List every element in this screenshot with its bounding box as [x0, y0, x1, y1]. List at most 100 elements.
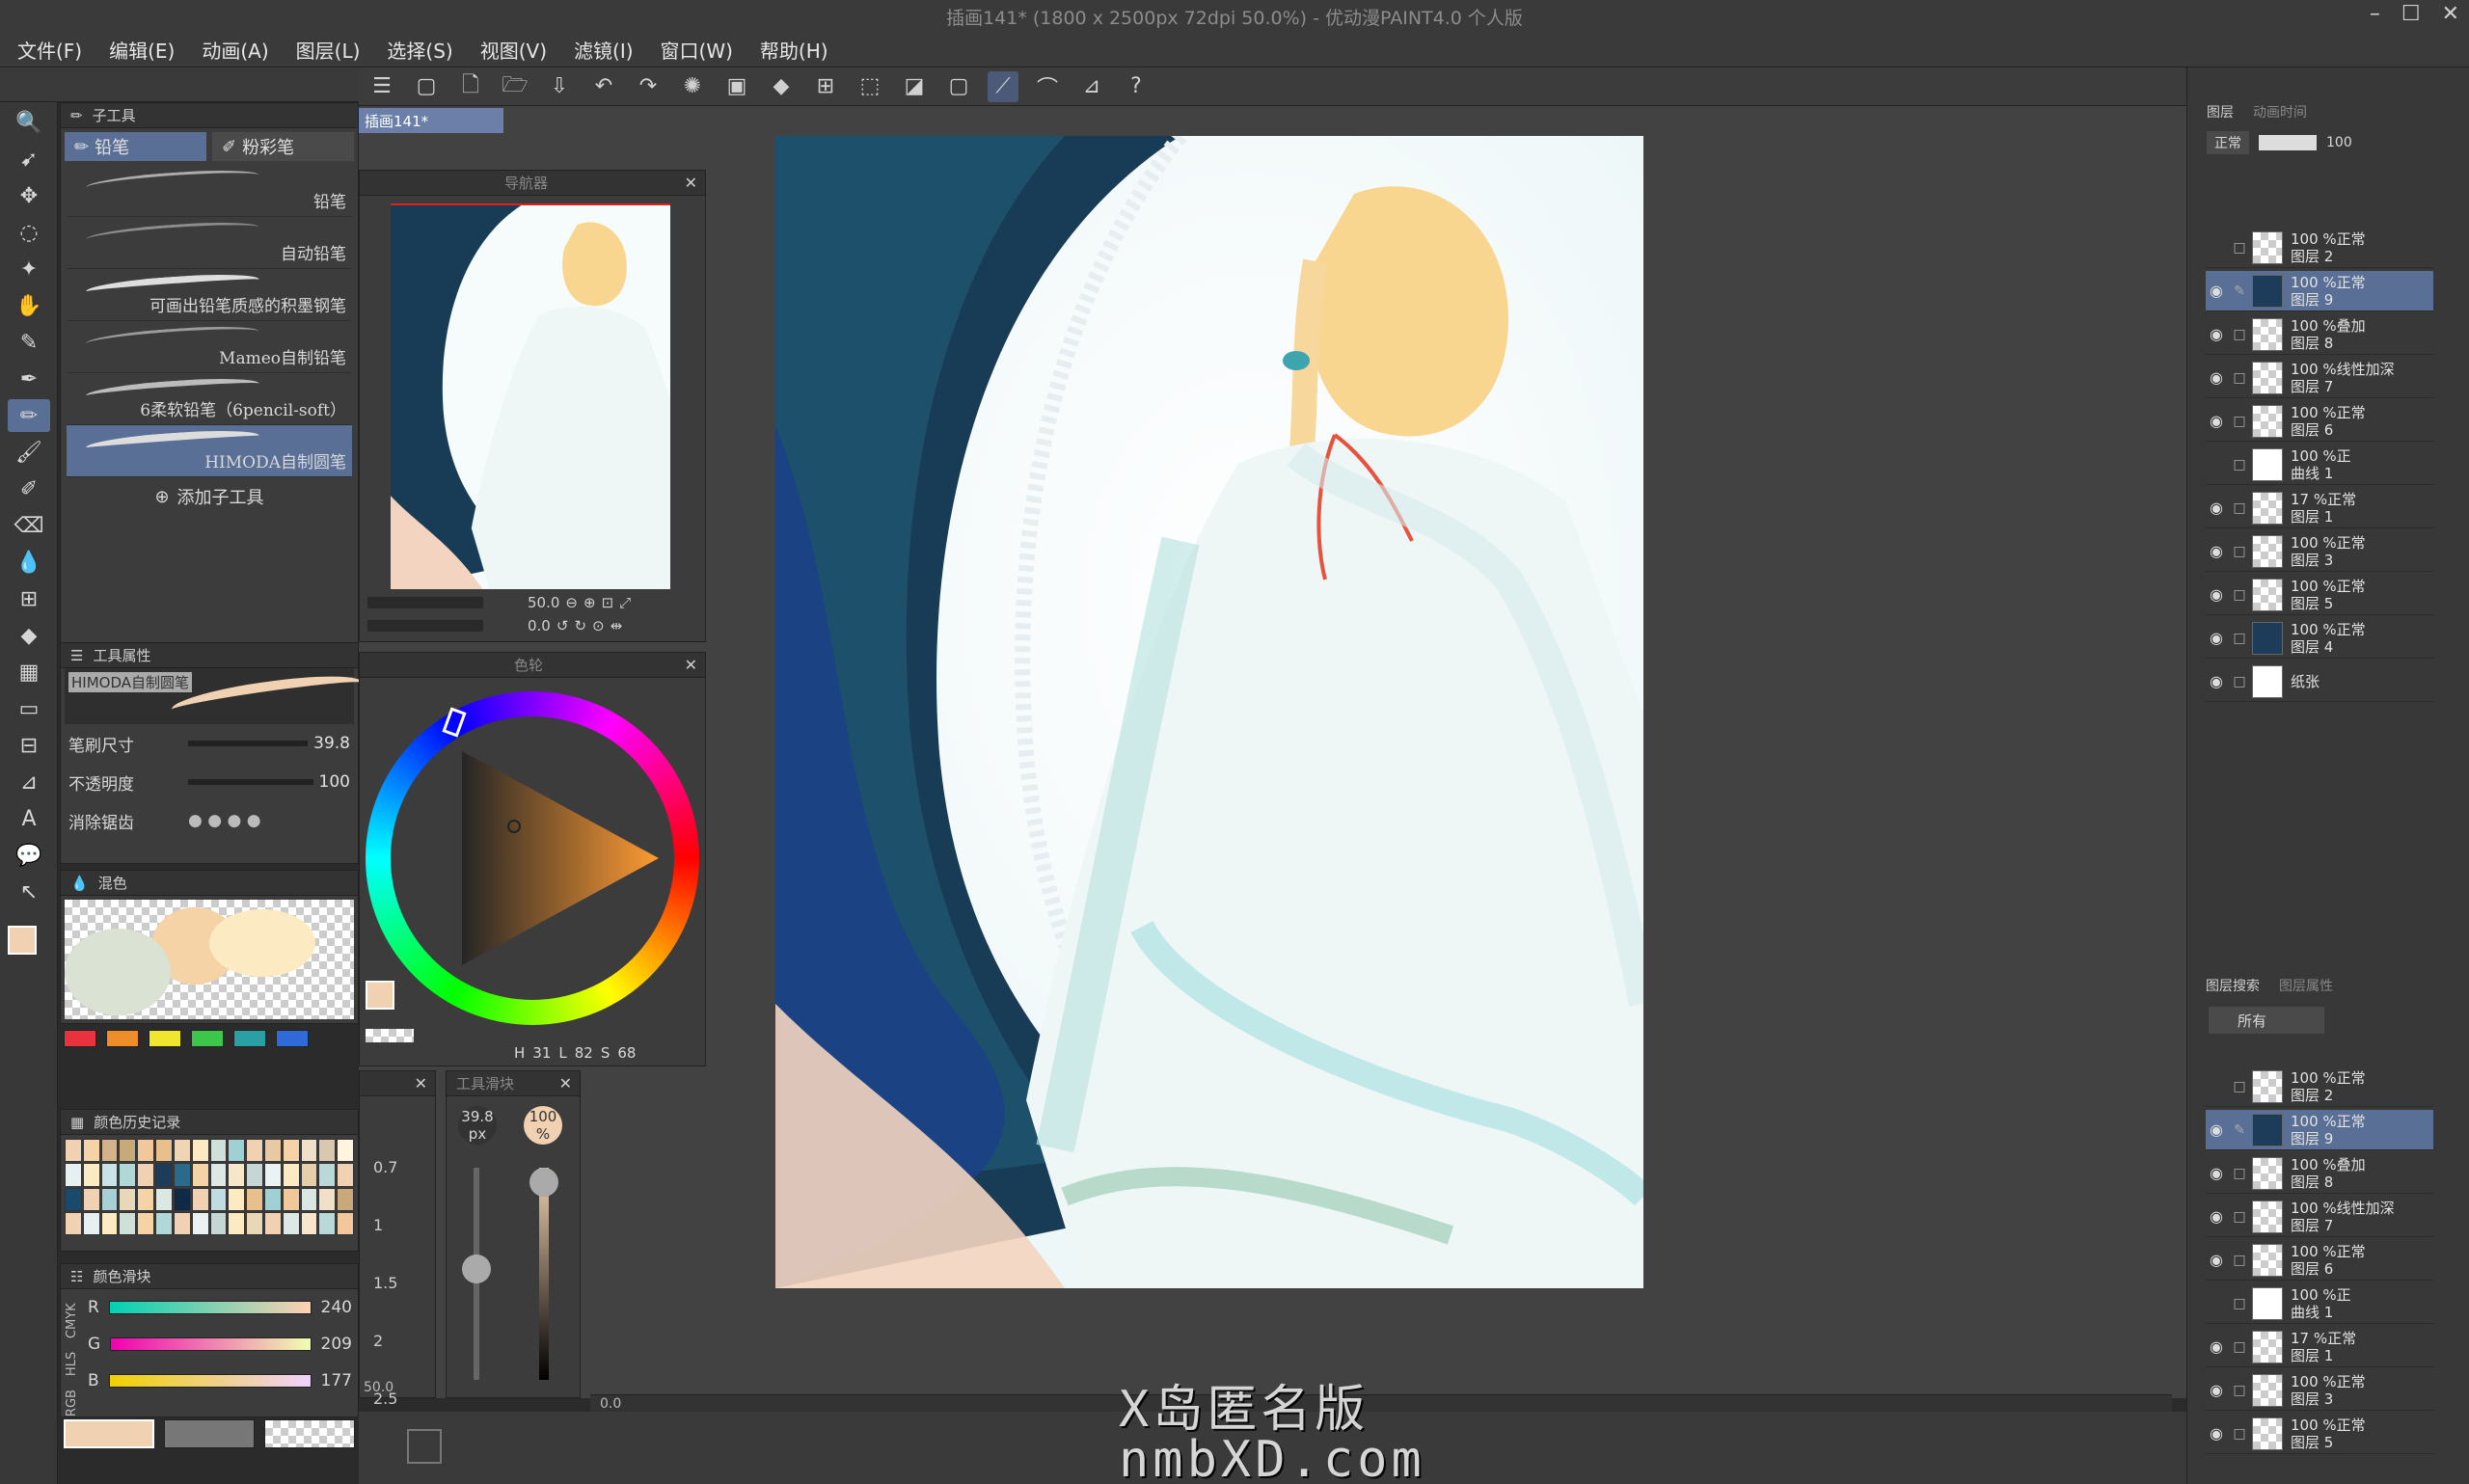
- r-slider[interactable]: R 240: [82, 1289, 358, 1326]
- search-layer-row[interactable]: ◉ □ 100 %正常 图层 3: [2206, 1370, 2433, 1411]
- zoom-value[interactable]: 50.0: [528, 594, 559, 611]
- sv-triangle[interactable]: [366, 691, 699, 1025]
- g-track[interactable]: [110, 1337, 312, 1351]
- layer-row-paper[interactable]: ◉ □ 纸张: [2206, 661, 2433, 702]
- eye-icon[interactable]: ◉: [2206, 368, 2227, 387]
- angle-value[interactable]: 0.0: [528, 617, 551, 634]
- close-icon[interactable]: ✕: [415, 1074, 427, 1093]
- tab-layer-search[interactable]: 图层搜索: [2206, 976, 2260, 1001]
- redo-icon[interactable]: ↷: [633, 71, 664, 102]
- timeline-icon[interactable]: [407, 1429, 442, 1464]
- lock-icon[interactable]: □: [2227, 544, 2252, 559]
- blend-tool-icon[interactable]: 💧: [8, 546, 50, 579]
- scale-value[interactable]: 2: [373, 1312, 397, 1370]
- deselect-icon[interactable]: ▢: [943, 71, 974, 102]
- brush-item[interactable]: 自动铅笔: [67, 217, 352, 269]
- main-color-box[interactable]: [64, 1419, 154, 1448]
- eye-icon[interactable]: ◉: [2206, 1251, 2227, 1269]
- brush-size-row[interactable]: 笔刷尺寸 39.8: [61, 724, 358, 763]
- layer-row[interactable]: ◉ □ 100 %正常 图层 5: [2206, 575, 2433, 615]
- layer-name[interactable]: 图层 8: [2291, 335, 2366, 352]
- tab-layer-property[interactable]: 图层属性: [2279, 976, 2333, 1001]
- lasso-tool-icon[interactable]: ◌: [8, 216, 50, 249]
- opacity-row[interactable]: 不透明度 100: [61, 763, 358, 801]
- layer-name[interactable]: 图层 9: [2291, 1130, 2366, 1147]
- g-value[interactable]: 209: [321, 1335, 352, 1354]
- blend-mode-select[interactable]: 正常: [2207, 131, 2249, 154]
- opacity-bar[interactable]: [188, 779, 313, 785]
- lock-icon[interactable]: □: [2227, 1079, 2252, 1094]
- scale-value[interactable]: 1: [373, 1197, 397, 1255]
- rotate-slider[interactable]: [367, 620, 483, 632]
- lock-icon[interactable]: □: [2227, 1253, 2252, 1268]
- eraser-tool-icon[interactable]: ⌫: [8, 509, 50, 542]
- mode-rgb[interactable]: RGB: [65, 1390, 79, 1417]
- layer-filter-select[interactable]: 所有: [2209, 1007, 2324, 1034]
- color-swatch[interactable]: [149, 1030, 181, 1047]
- opacity-vertical-slider[interactable]: [529, 1168, 558, 1380]
- ruler-tool-icon[interactable]: ⊟: [8, 729, 50, 762]
- layer-opacity-bar[interactable]: [2259, 135, 2317, 150]
- layer-name[interactable]: 纸张: [2291, 673, 2320, 690]
- search-layer-row[interactable]: ◉ □ 17 %正常 图层 1: [2206, 1327, 2433, 1367]
- tab-layer[interactable]: 图层: [2207, 102, 2234, 127]
- size-slider-knob[interactable]: [462, 1255, 491, 1283]
- undo-icon[interactable]: ↶: [588, 71, 619, 102]
- brush-item[interactable]: Mameo自制铅笔: [67, 321, 352, 373]
- brush-item[interactable]: 铅笔: [67, 165, 352, 217]
- brush-size-bar[interactable]: [188, 741, 309, 746]
- flip-h-icon[interactable]: ⇹: [610, 617, 623, 634]
- layer-name[interactable]: 图层 6: [2291, 1260, 2366, 1278]
- maximize-icon[interactable]: ☐: [2401, 2, 2421, 26]
- shape-tool-icon[interactable]: ▭: [8, 692, 50, 725]
- layer-name[interactable]: 图层 7: [2291, 1217, 2395, 1234]
- layer-name[interactable]: 图层 1: [2291, 508, 2356, 526]
- eye-icon[interactable]: ◉: [2206, 585, 2227, 604]
- close-icon[interactable]: ✕: [685, 656, 697, 674]
- snap-grid-icon[interactable]: ⊿: [1076, 71, 1107, 102]
- layer-opacity-value[interactable]: 100: [2326, 135, 2352, 150]
- g-slider[interactable]: G 209: [82, 1326, 358, 1363]
- menu-icon[interactable]: ☰: [366, 71, 397, 102]
- layer-name[interactable]: 图层 3: [2291, 1390, 2366, 1408]
- minimize-icon[interactable]: –: [2370, 2, 2380, 26]
- search-layer-row[interactable]: ◉ □ 100 %线性加深 图层 7: [2206, 1197, 2433, 1237]
- b-slider[interactable]: B 177: [82, 1363, 358, 1399]
- hue-ring[interactable]: [366, 691, 699, 1025]
- snap-ruler-icon[interactable]: ⟋: [988, 70, 1018, 102]
- layer-name[interactable]: 图层 7: [2291, 378, 2395, 395]
- zoom-out-icon[interactable]: ⊖: [565, 594, 578, 611]
- fill-tool-icon[interactable]: ◆: [8, 619, 50, 652]
- lock-icon[interactable]: □: [2227, 1209, 2252, 1225]
- add-subtool-button[interactable]: ⊕ 添加子工具: [61, 477, 358, 516]
- brush-item[interactable]: 可画出铅笔质感的积墨钢笔: [67, 269, 352, 321]
- scale-value[interactable]: 1.5: [373, 1255, 397, 1312]
- layer-name[interactable]: 图层 3: [2291, 552, 2366, 569]
- eye-icon[interactable]: ◉: [2206, 499, 2227, 517]
- lock-icon[interactable]: □: [2227, 370, 2252, 386]
- tab-pencil[interactable]: ✏ 铅笔: [65, 132, 206, 161]
- lock-icon[interactable]: □: [2227, 1166, 2252, 1181]
- search-layer-row[interactable]: ◉ □ 100 %正常 图层 5: [2206, 1414, 2433, 1454]
- lock-icon[interactable]: □: [2227, 674, 2252, 689]
- invert-select-icon[interactable]: ◪: [899, 71, 930, 102]
- menu-edit[interactable]: 编辑(E): [109, 36, 175, 64]
- menu-view[interactable]: 视图(V): [480, 36, 547, 64]
- layer-name[interactable]: 图层 6: [2291, 421, 2366, 439]
- eye-icon[interactable]: ◉: [2206, 325, 2227, 343]
- tab-animation-timeline[interactable]: 动画时间: [2253, 102, 2307, 127]
- rotate-left-icon[interactable]: ↺: [556, 617, 569, 634]
- balloon-tool-icon[interactable]: 💬: [8, 839, 50, 872]
- sub-color-box[interactable]: [164, 1419, 255, 1448]
- transparent-swatch[interactable]: [366, 1029, 414, 1042]
- save-icon[interactable]: ⇩: [544, 71, 575, 102]
- zoom-in-icon[interactable]: ⊕: [583, 594, 596, 611]
- lock-icon[interactable]: □: [2227, 1383, 2252, 1398]
- search-layer-row-active[interactable]: ◉ ✎ 100 %正常 图层 9: [2206, 1110, 2433, 1150]
- mode-hls[interactable]: HLS: [65, 1352, 79, 1376]
- fill-icon[interactable]: ◆: [766, 71, 797, 102]
- menu-file[interactable]: 文件(F): [17, 36, 82, 64]
- eye-icon[interactable]: ◉: [2206, 1424, 2227, 1443]
- eye-icon[interactable]: ◉: [2206, 672, 2227, 690]
- opacity-value[interactable]: 100: [319, 772, 350, 792]
